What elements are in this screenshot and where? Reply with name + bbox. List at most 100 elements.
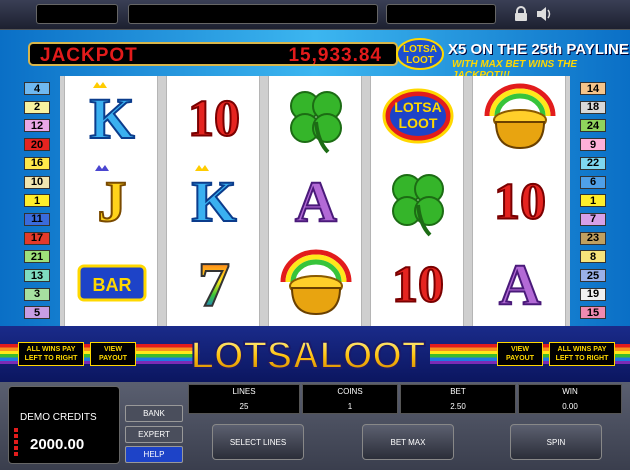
bank-button[interactable]: BANK	[125, 405, 183, 422]
lines-value: 25	[239, 402, 249, 411]
svg-text:A: A	[499, 252, 541, 317]
jackpot-label: JACKPOT	[40, 45, 138, 66]
coins-value: 1	[347, 402, 353, 411]
payline-left-21[interactable]: 21	[24, 250, 50, 264]
symbol-clover-icon	[269, 76, 363, 159]
view-payout-right-button[interactable]: VIEW PAYOUT	[497, 342, 543, 366]
promo-line-1: X5 ON THE 25th PAYLINE	[448, 41, 629, 58]
symbol-10-icon: 10	[371, 242, 465, 325]
symbol-K-icon: K	[65, 76, 159, 159]
svg-text:10: 10	[494, 174, 546, 231]
payline-right-14[interactable]: 14	[580, 82, 606, 95]
symbol-pot-icon	[269, 242, 363, 325]
symbol-lotsaloot-icon: LOTSA LOOT	[371, 76, 465, 159]
all-wins-left-label: ALL WINS PAY LEFT TO RIGHT	[18, 342, 84, 366]
payline-right-6[interactable]: 6	[580, 175, 606, 189]
select-lines-button[interactable]: SELECT LINES	[212, 424, 304, 460]
symbol-clover-icon	[371, 159, 465, 242]
svg-text:10: 10	[392, 257, 444, 314]
svg-text:K: K	[191, 169, 236, 234]
top-slot-1	[36, 4, 118, 24]
payline-right-7[interactable]: 7	[580, 212, 606, 226]
jackpot-value: 15,933.84	[288, 45, 382, 66]
payline-right-1[interactable]: 1	[580, 194, 606, 208]
lines-display: LINES 25	[188, 384, 300, 414]
view-payout-left-button[interactable]: VIEW PAYOUT	[90, 342, 136, 366]
payline-right-19[interactable]: 19	[580, 287, 606, 301]
svg-text:LOTSA: LOTSA	[394, 99, 441, 115]
payline-left-12[interactable]: 12	[24, 119, 50, 133]
payline-left-11[interactable]: 11	[24, 212, 50, 226]
win-value: 0.00	[562, 402, 578, 411]
payline-left-20[interactable]: 20	[24, 138, 50, 152]
symbol-A-icon: A	[269, 159, 363, 242]
help-button[interactable]: HELP	[125, 446, 183, 463]
payline-right-22[interactable]: 22	[580, 156, 606, 170]
small-logo-line1: LOTSA	[403, 44, 437, 55]
speaker-icon[interactable]	[536, 6, 552, 22]
symbol-BAR-icon: BAR	[65, 242, 159, 325]
small-logo-line2: LOOT	[406, 55, 434, 66]
payline-left-17[interactable]: 17	[24, 231, 50, 245]
svg-text:J: J	[98, 169, 127, 234]
payline-right-9[interactable]: 9	[580, 138, 606, 152]
lotsaloot-main-logo: LOTSALOOT	[190, 334, 426, 376]
payline-right-23[interactable]: 23	[580, 231, 606, 245]
reel-4: LOTSA LOOT 10	[370, 76, 464, 326]
jackpot-panel: JACKPOT 15,933.84	[28, 42, 398, 66]
credits-value: 2000.00	[30, 436, 85, 453]
top-slot-2	[128, 4, 378, 24]
payline-left-4[interactable]: 4	[24, 82, 50, 95]
bet-max-button[interactable]: BET MAX	[362, 424, 454, 460]
bet-display: BET 2.50	[400, 384, 516, 414]
symbol-pot-icon	[473, 76, 567, 159]
svg-text:7: 7	[198, 249, 230, 320]
bet-label: BET	[450, 387, 466, 396]
top-slot-3	[386, 4, 496, 24]
svg-text:BAR: BAR	[93, 275, 132, 295]
main-logo-text: LOTSALOOT	[191, 335, 425, 376]
symbol-K-icon: K	[167, 159, 261, 242]
reel-2: 10 K 7	[166, 76, 260, 326]
lock-icon[interactable]	[514, 6, 528, 22]
reel-3: A	[268, 76, 362, 326]
payline-right-15[interactable]: 15	[580, 306, 606, 320]
reel-5: 10 A	[472, 76, 566, 326]
credit-meter-icon	[14, 428, 18, 456]
payline-left-3[interactable]: 3	[24, 287, 50, 301]
expert-button[interactable]: EXPERT	[125, 426, 183, 443]
top-bar	[0, 0, 630, 30]
symbol-A-icon: A	[473, 242, 567, 325]
coins-label: COINS	[337, 387, 363, 396]
payline-right-25[interactable]: 25	[580, 269, 606, 282]
lines-label: LINES	[232, 387, 256, 396]
win-label: WIN	[562, 387, 578, 396]
reels-area: K J BAR 10 K 7 A LOTSA LOOT 10 10 A	[60, 76, 570, 326]
svg-text:K: K	[89, 86, 134, 151]
payline-right-18[interactable]: 18	[580, 100, 606, 114]
payline-left-13[interactable]: 13	[24, 269, 50, 282]
symbol-7-icon: 7	[167, 242, 261, 325]
win-display: WIN 0.00	[518, 384, 622, 414]
lotsaloot-small-logo: LOTSA LOOT	[396, 38, 444, 70]
bet-value: 2.50	[450, 402, 466, 411]
svg-text:A: A	[295, 169, 337, 234]
reel-1: K J BAR	[64, 76, 158, 326]
payline-left-1[interactable]: 1	[24, 194, 50, 208]
symbol-10-icon: 10	[473, 159, 567, 242]
payline-right-8[interactable]: 8	[580, 250, 606, 264]
coins-display: COINS 1	[302, 384, 398, 414]
svg-text:LOOT: LOOT	[399, 115, 438, 131]
symbol-J-icon: J	[65, 159, 159, 242]
spin-button[interactable]: SPIN	[510, 424, 602, 460]
symbol-10-icon: 10	[167, 76, 261, 159]
all-wins-right-label: ALL WINS PAY LEFT TO RIGHT	[549, 342, 615, 366]
payline-left-2[interactable]: 2	[24, 100, 50, 114]
payline-left-16[interactable]: 16	[24, 156, 50, 170]
payline-left-10[interactable]: 10	[24, 175, 50, 189]
payline-right-24[interactable]: 24	[580, 119, 606, 133]
payline-left-5[interactable]: 5	[24, 306, 50, 320]
svg-text:10: 10	[188, 91, 240, 148]
slot-game: JACKPOT 15,933.84 LOTSA LOOT X5 ON THE 2…	[0, 0, 630, 470]
credits-label: DEMO CREDITS	[20, 412, 97, 423]
